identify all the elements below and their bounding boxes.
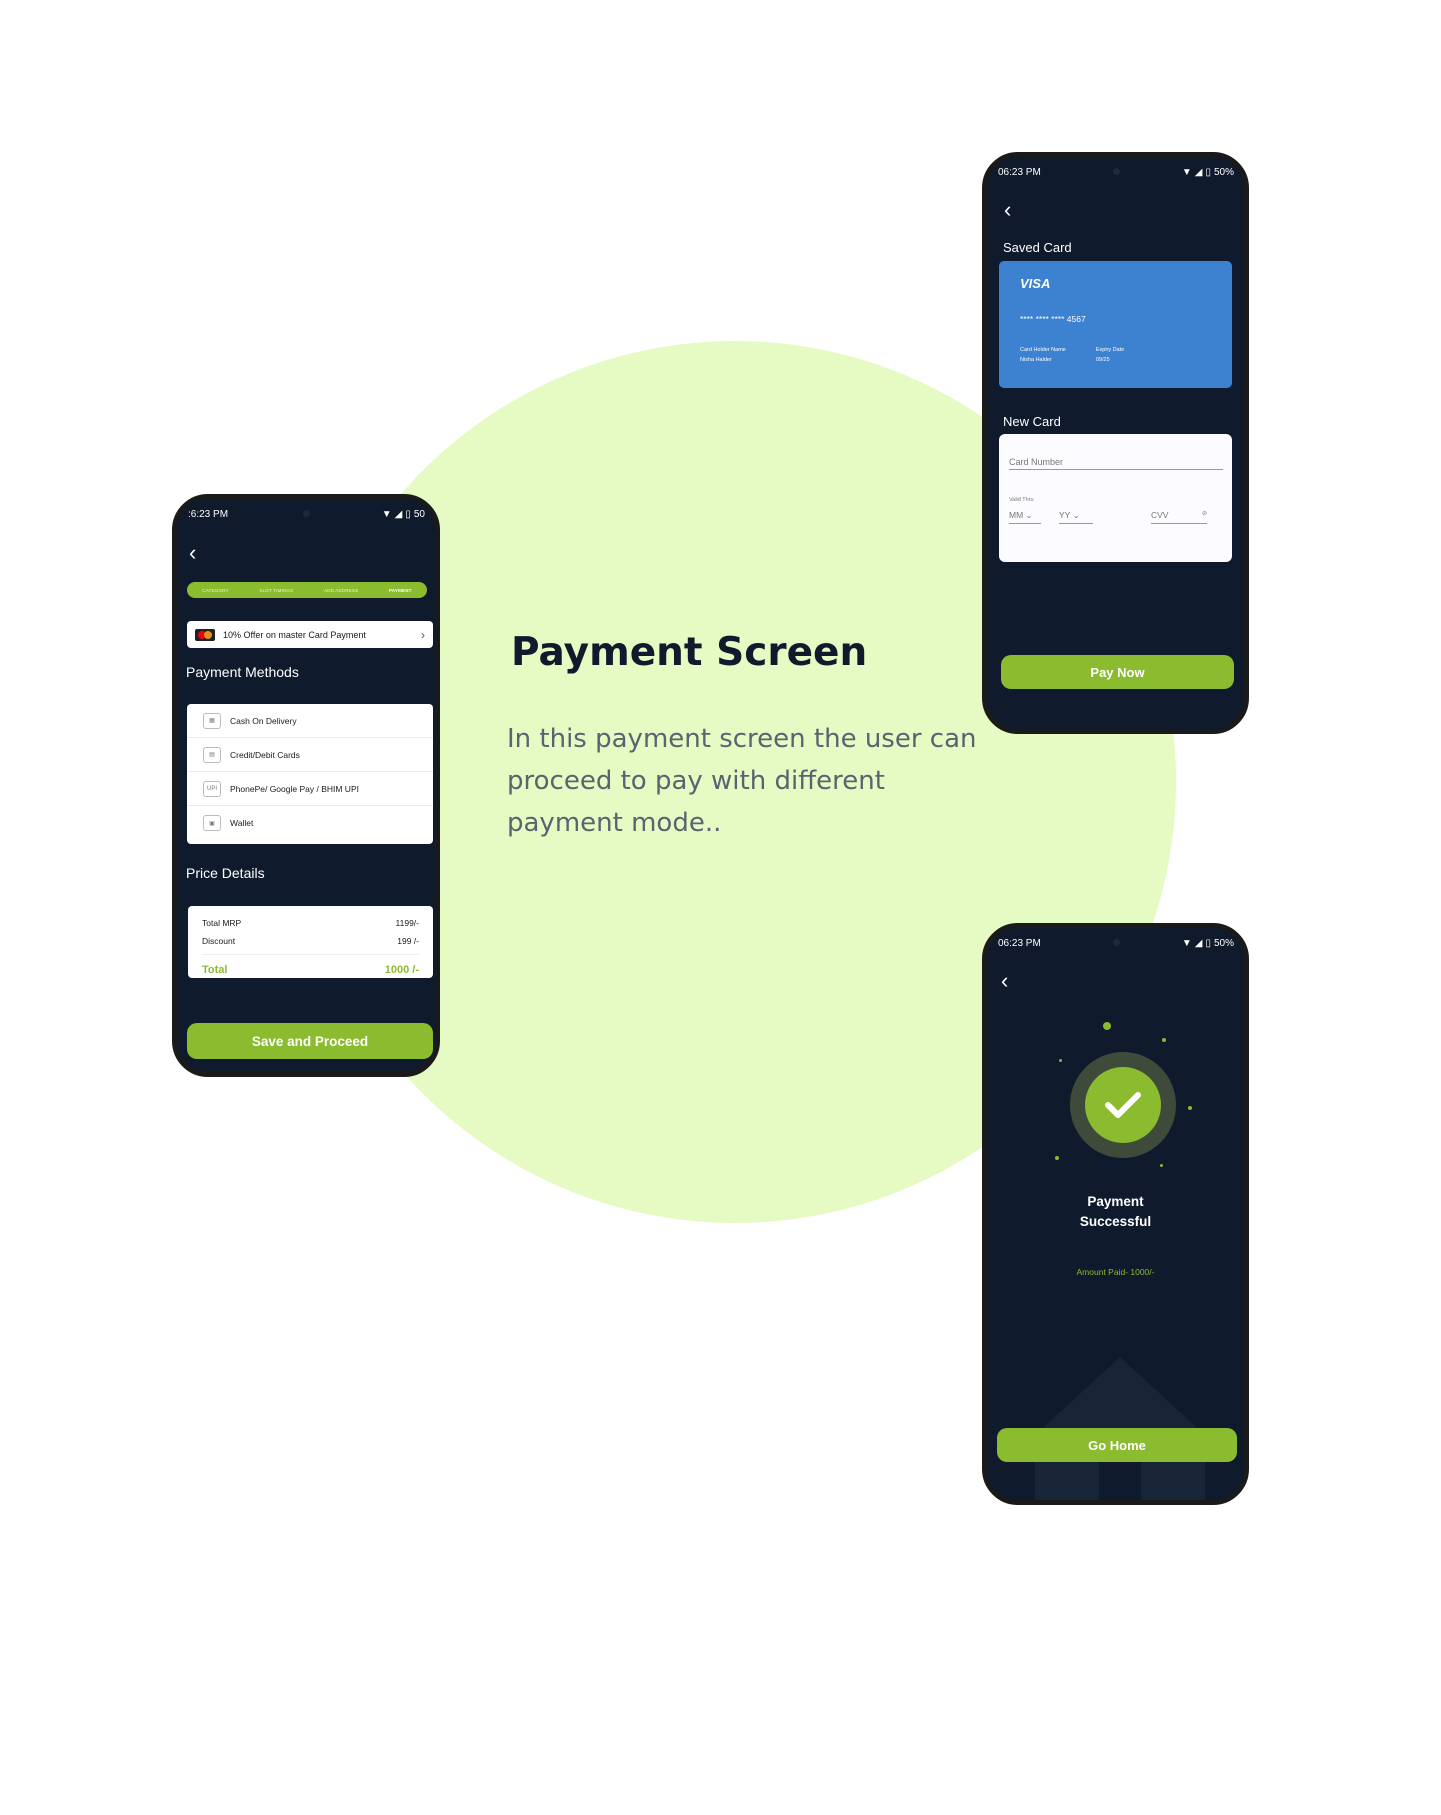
method-label: Cash On Delivery <box>230 715 297 726</box>
go-home-button[interactable]: Go Home <box>997 1428 1237 1462</box>
confetti-dot <box>1059 1059 1062 1062</box>
status-bar: 06:23 PM ▼ ◢ ▯ 50% <box>998 936 1234 950</box>
success-badge <box>1070 1052 1176 1158</box>
status-bar: 06:23 PM ▼ ◢ ▯ 50% <box>998 165 1234 179</box>
step-slot-timings[interactable]: SLOT TIMINGS <box>259 588 293 593</box>
confetti-dot <box>1103 1022 1111 1030</box>
year-select[interactable]: YY ⌄ <box>1059 510 1093 524</box>
phone-card-payment: 06:23 PM ▼ ◢ ▯ 50% ‹ Saved Card VISA ***… <box>982 152 1249 734</box>
phone-payment-success: 06:23 PM ▼ ◢ ▯ 50% ‹ Payment Successful … <box>982 923 1249 1505</box>
price-label: Discount <box>202 936 236 946</box>
method-cash-on-delivery[interactable]: ▦ Cash On Delivery <box>187 704 433 738</box>
price-value: 199 /- <box>397 936 419 946</box>
step-category[interactable]: CATEGORY <box>202 588 228 593</box>
cash-icon: ▦ <box>203 712 221 729</box>
pay-now-button[interactable]: Pay Now <box>1001 655 1234 689</box>
price-details-title: Price Details <box>186 865 265 881</box>
offer-banner[interactable]: 10% Offer on master Card Payment › <box>187 621 433 648</box>
method-label: Credit/Debit Cards <box>230 749 300 760</box>
expiry-value: 09/25 <box>1095 357 1110 363</box>
checkout-stepper: CATEGORY SLOT TIMINGS ADD ADDRESS PAYMEN… <box>187 582 427 598</box>
status-time: 06:23 PM <box>998 937 1041 949</box>
success-line-1: Payment <box>1087 1194 1144 1209</box>
wallet-icon: ▣ <box>203 815 221 831</box>
mastercard-icon <box>195 628 215 641</box>
status-time: :6:23 PM <box>188 508 229 520</box>
wifi-icon: ▼ <box>381 508 392 520</box>
price-row-total: Total 1000 /- <box>202 954 419 978</box>
price-details-card: Total MRP 1199/- Discount 199 /- Total 1… <box>188 906 433 978</box>
upi-icon: UPI <box>203 780 221 797</box>
chevron-down-icon: ⌄ <box>1025 510 1033 520</box>
confetti-dot <box>1160 1164 1163 1167</box>
price-label: Total MRP <box>202 918 242 928</box>
method-upi[interactable]: UPI PhonePe/ Google Pay / BHIM UPI <box>187 772 433 806</box>
chevron-right-icon: › <box>421 627 425 642</box>
back-arrow-icon[interactable]: ‹ <box>1004 199 1011 221</box>
month-value: MM <box>1009 510 1024 520</box>
method-label: PhonePe/ Google Pay / BHIM UPI <box>230 783 359 794</box>
visa-logo: VISA <box>1020 276 1051 291</box>
new-card-form: Card Number Valid Thru MM ⌄ YY ⌄ CVV ⊘ <box>999 434 1232 562</box>
battery-icon: ▯ <box>405 508 411 520</box>
price-row-discount: Discount 199 /- <box>202 932 419 950</box>
wifi-icon: ▼ <box>1181 166 1192 178</box>
cvv-placeholder: CVV <box>1151 510 1169 520</box>
status-time: 06:23 PM <box>998 166 1041 178</box>
page-title: Payment Screen <box>511 630 868 675</box>
step-add-address[interactable]: ADD ADDRESS <box>324 588 358 593</box>
expiry-label: Expiry Date <box>1095 347 1125 353</box>
payment-methods-title: Payment Methods <box>186 664 299 680</box>
card-meta: Card Holder Name Nisha Halder Expiry Dat… <box>1020 345 1211 365</box>
check-icon <box>1085 1067 1161 1143</box>
expiry-fields: MM ⌄ YY ⌄ CVV ⊘ <box>1009 510 1222 524</box>
method-wallet[interactable]: ▣ Wallet <box>187 806 433 840</box>
confetti-dot <box>1162 1038 1166 1042</box>
battery-level: 50% <box>1213 937 1234 949</box>
holder-label: Card Holder Name <box>1020 347 1066 353</box>
saved-card-title: Saved Card <box>1003 240 1072 255</box>
chevron-down-icon: ⌄ <box>1072 510 1080 520</box>
offer-text: 10% Offer on master Card Payment <box>223 629 366 640</box>
payment-methods-list: ▦ Cash On Delivery ▤ Credit/Debit Cards … <box>187 704 433 844</box>
price-row-mrp: Total MRP 1199/- <box>202 914 419 932</box>
total-label: Total <box>202 963 228 976</box>
signal-icon: ◢ <box>1194 166 1203 178</box>
canvas: Payment Screen In this payment screen th… <box>0 0 1441 1815</box>
method-label: Wallet <box>230 818 254 828</box>
page-description: In this payment screen the user can proc… <box>507 724 977 838</box>
back-arrow-icon[interactable]: ‹ <box>1001 970 1008 992</box>
new-card-title: New Card <box>1003 414 1061 429</box>
signal-icon: ◢ <box>1194 937 1203 949</box>
battery-level: 50% <box>1213 166 1234 178</box>
confetti-dot <box>1055 1156 1059 1160</box>
card-number: **** **** **** 4567 <box>1020 314 1086 324</box>
wifi-icon: ▼ <box>1181 937 1192 949</box>
amount-paid: Amount Paid- 1000/- <box>1076 1267 1155 1277</box>
back-arrow-icon[interactable]: ‹ <box>189 542 196 564</box>
price-value: 1199/- <box>395 918 419 928</box>
battery-icon: ▯ <box>1205 937 1211 949</box>
card-number-input[interactable]: Card Number <box>1009 457 1223 470</box>
holder-name: Nisha Halder <box>1020 357 1052 363</box>
battery-icon: ▯ <box>1205 166 1211 178</box>
method-credit-debit-cards[interactable]: ▤ Credit/Debit Cards <box>187 738 433 772</box>
signal-icon: ◢ <box>394 508 403 520</box>
saved-card[interactable]: VISA **** **** **** 4567 Card Holder Nam… <box>999 261 1232 388</box>
cvv-input[interactable]: CVV ⊘ <box>1151 510 1207 524</box>
eye-off-icon[interactable]: ⊘ <box>1202 510 1207 517</box>
card-icon: ▤ <box>203 746 221 763</box>
save-and-proceed-button[interactable]: Save and Proceed <box>187 1023 433 1059</box>
phone-payment-methods: :6:23 PM ▼ ◢ ▯ 50 ‹ CATEGORY SLOT TIMING… <box>172 494 440 1077</box>
confetti-dot <box>1188 1106 1192 1110</box>
month-select[interactable]: MM ⌄ <box>1009 510 1041 524</box>
step-payment[interactable]: PAYMENT <box>389 588 412 593</box>
total-value: 1000 /- <box>384 963 419 976</box>
battery-level: 50 <box>413 508 425 520</box>
valid-thru-label: Valid Thru <box>1009 497 1034 503</box>
year-value: YY <box>1059 510 1071 520</box>
success-line-2: Successful <box>1079 1214 1152 1229</box>
status-bar: :6:23 PM ▼ ◢ ▯ 50 <box>188 507 425 521</box>
